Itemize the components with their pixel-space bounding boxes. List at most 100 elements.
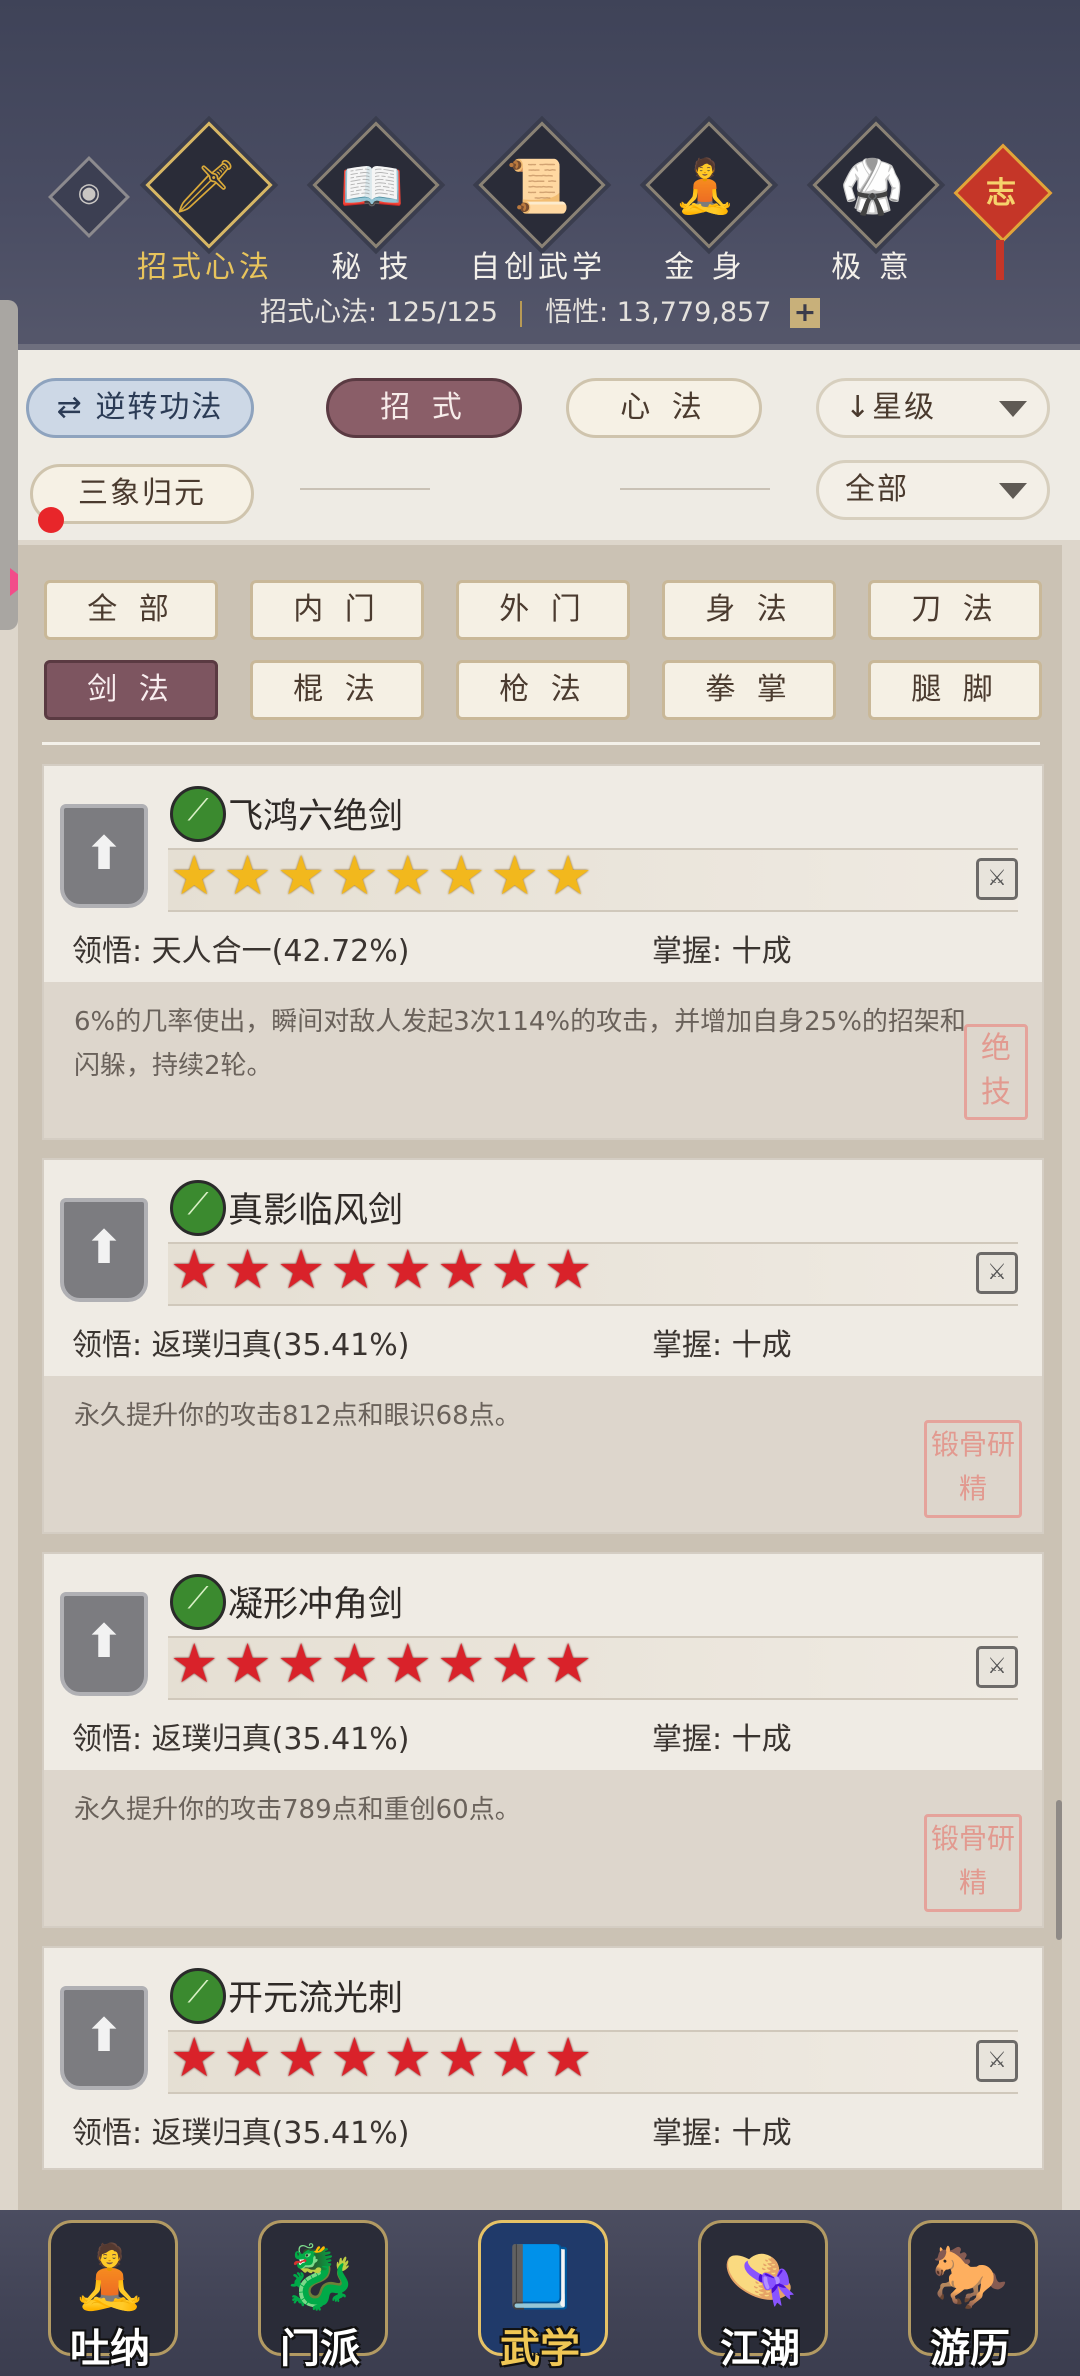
star-rating: ★★★★★★★★ bbox=[170, 1238, 598, 1301]
chevron-down-icon bbox=[999, 401, 1027, 417]
skill-type-icon[interactable]: ⚔ bbox=[976, 1646, 1018, 1688]
nav-jianghu[interactable]: 👒 江湖 bbox=[680, 2200, 840, 2376]
star-rating: ★★★★★★★★ bbox=[170, 2026, 598, 2089]
tab-label: 极 意 bbox=[831, 250, 913, 285]
comprehension-text: 领悟: 返璞归真(35.41%) bbox=[72, 2116, 410, 2151]
sort-select[interactable]: ↓星级 bbox=[816, 378, 1050, 438]
category-staff[interactable]: 棍 法 bbox=[250, 660, 424, 720]
comprehension-value: 返璞归真(35.41%) bbox=[151, 1722, 410, 1757]
reverse-skill-button[interactable]: ⇄ 逆转功法 bbox=[26, 378, 254, 438]
category-outer[interactable]: 外 门 bbox=[456, 580, 630, 640]
skill-type-icon[interactable]: ⚔ bbox=[976, 1252, 1018, 1294]
scroll-icon: 📜 bbox=[505, 157, 571, 217]
category-leg[interactable]: 腿 脚 bbox=[868, 660, 1042, 720]
tab-ultimate[interactable]: 🥋 极 意 bbox=[797, 121, 947, 285]
book-icon: 📖 bbox=[339, 157, 405, 217]
moves-value: 125/125 bbox=[385, 297, 498, 328]
mastery-value: 十成 bbox=[731, 934, 792, 969]
swap-icon: ⇄ bbox=[56, 390, 84, 425]
nav-tuna[interactable]: 🧘 吐纳 bbox=[30, 2200, 190, 2376]
seal-stamp: 锻骨研精 bbox=[924, 1420, 1022, 1518]
skill-type-icon[interactable]: ⚔ bbox=[976, 2040, 1018, 2082]
sword-skill-icon: ⟋ bbox=[170, 1180, 226, 1236]
mastery-text: 掌握: 十成 bbox=[652, 1722, 792, 1757]
comprehension-value: 天人合一(42.72%) bbox=[151, 934, 410, 969]
skill-card[interactable]: ⬆ ⟋ 开元流光刺 ★★★★★★★★ ⚔ 领悟: 返璞归真(35.41%) 掌握… bbox=[42, 1946, 1044, 2170]
skill-description: 永久提升你的攻击789点和重创60点。 bbox=[74, 1795, 521, 1825]
star-rating: ★★★★★★★★ bbox=[170, 844, 598, 907]
mastery-text: 掌握: 十成 bbox=[652, 1328, 792, 1363]
tab-custom-martial[interactable]: 📜 自创武学 bbox=[463, 121, 613, 285]
sword-skill-icon: ⟋ bbox=[170, 1574, 226, 1630]
nav-label: 武学 bbox=[500, 2326, 580, 2372]
skill-type-icon[interactable]: ⚔ bbox=[976, 858, 1018, 900]
tab-label: 招式心法 bbox=[137, 250, 273, 285]
header-bar: ◉ 🗡 招式心法 📖 秘 技 📜 自创武学 🧘 金 身 🥋 极 意 志 招式心法… bbox=[0, 0, 1080, 350]
comprehension-text: 领悟: 返璞归真(35.41%) bbox=[72, 1328, 410, 1363]
add-wuxing-button[interactable]: + bbox=[789, 298, 820, 328]
eye-icon: ◉ bbox=[77, 177, 101, 208]
skill-card[interactable]: ⬆ ⟋ 凝形冲角剑 ★★★★★★★★ ⚔ 领悟: 返璞归真(35.41%) 掌握… bbox=[42, 1552, 1044, 1928]
sword-skill-icon: ⟋ bbox=[170, 1968, 226, 2024]
category-movement[interactable]: 身 法 bbox=[662, 580, 836, 640]
mastery-value: 十成 bbox=[731, 1722, 792, 1757]
sanxiang-button[interactable]: 三象归元 bbox=[30, 464, 254, 524]
sword-skill-icon: ⟋ bbox=[170, 786, 226, 842]
skill-description: 6%的几率使出，瞬间对敌人发起3次114%的攻击，并增加自身25%的招架和闪躲，… bbox=[74, 1007, 966, 1081]
moves-label: 招式心法: bbox=[260, 297, 378, 328]
category-spear[interactable]: 枪 法 bbox=[456, 660, 630, 720]
skill-card[interactable]: ⬆ ⟋ 飞鸿六绝剑 ★★★★★★★★ ⚔ 领悟: 天人合一(42.72%) 掌握… bbox=[42, 764, 1044, 1140]
notification-dot bbox=[38, 507, 64, 533]
comprehension-value: 返璞归真(35.41%) bbox=[151, 1328, 410, 1363]
scrollbar[interactable] bbox=[1056, 1800, 1062, 1940]
tab-heart-method[interactable]: 心 法 bbox=[566, 378, 762, 438]
category-inner[interactable]: 内 门 bbox=[250, 580, 424, 640]
mastery-value: 十成 bbox=[731, 2116, 792, 2151]
reverse-label: 逆转功法 bbox=[95, 390, 224, 425]
sword-icon: 🗡 bbox=[171, 157, 238, 217]
nav-martial[interactable]: 📘 武学 bbox=[460, 2200, 620, 2376]
eye-toggle-button[interactable]: ◉ bbox=[47, 155, 131, 239]
meditation-icon: 🧘 bbox=[672, 157, 738, 217]
mastery-text: 掌握: 十成 bbox=[652, 934, 792, 969]
chevron-down-icon bbox=[999, 483, 1027, 499]
tab-secret-skills[interactable]: 📖 秘 技 bbox=[297, 121, 447, 285]
tab-label: 自创武学 bbox=[470, 250, 606, 285]
tab-golden-body[interactable]: 🧘 金 身 bbox=[630, 121, 780, 285]
tab-label: 金 身 bbox=[664, 250, 746, 285]
category-fist[interactable]: 拳 掌 bbox=[662, 660, 836, 720]
upgrade-badge-icon[interactable]: ⬆ bbox=[60, 804, 148, 908]
comprehension-text: 领悟: 天人合一(42.72%) bbox=[72, 934, 410, 969]
upgrade-badge-icon[interactable]: ⬆ bbox=[60, 1986, 148, 2090]
category-all[interactable]: 全 部 bbox=[44, 580, 218, 640]
skill-name: 开元流光刺 bbox=[228, 1979, 404, 2019]
category-blade[interactable]: 刀 法 bbox=[868, 580, 1042, 640]
category-select[interactable]: 全部 bbox=[816, 460, 1050, 520]
horse-icon: 🐎 bbox=[931, 2240, 1009, 2313]
chinese-knot-button[interactable]: 志 bbox=[953, 120, 1053, 280]
mastery-value: 十成 bbox=[731, 1328, 792, 1363]
tab-moves[interactable]: 招 式 bbox=[326, 378, 522, 438]
seal-stamp: 锻骨研精 bbox=[924, 1814, 1022, 1912]
nav-travel[interactable]: 🐎 游历 bbox=[890, 2200, 1050, 2376]
skill-description: 永久提升你的攻击812点和眼识68点。 bbox=[74, 1401, 521, 1431]
stat-line: 招式心法: 125/125 悟性: 13,779,857 + bbox=[0, 290, 1080, 329]
martial-stance-icon: 🥋 bbox=[839, 157, 905, 217]
nav-label: 游历 bbox=[930, 2326, 1010, 2372]
tab-moves-heart[interactable]: 🗡 招式心法 bbox=[130, 121, 280, 285]
seal-stamp: 绝技 bbox=[964, 1024, 1028, 1120]
nav-sect[interactable]: 🐉 门派 bbox=[240, 2200, 400, 2376]
upgrade-badge-icon[interactable]: ⬆ bbox=[60, 1592, 148, 1696]
sort-label: ↓星级 bbox=[845, 390, 937, 425]
nav-label: 吐纳 bbox=[70, 2326, 150, 2372]
skill-name: 凝形冲角剑 bbox=[228, 1585, 404, 1625]
skill-card[interactable]: ⬆ ⟋ 真影临风剑 ★★★★★★★★ ⚔ 领悟: 返璞归真(35.41%) 掌握… bbox=[42, 1158, 1044, 1534]
wuxing-value: 13,779,857 bbox=[616, 297, 772, 328]
martial-book-icon: 📘 bbox=[501, 2240, 579, 2313]
nav-label: 门派 bbox=[280, 2326, 360, 2372]
upgrade-badge-icon[interactable]: ⬆ bbox=[60, 1198, 148, 1302]
category-sword[interactable]: 剑 法 bbox=[44, 660, 218, 720]
mastery-text: 掌握: 十成 bbox=[652, 2116, 792, 2151]
skill-name: 真影临风剑 bbox=[228, 1191, 404, 1231]
straw-hat-icon: 👒 bbox=[721, 2240, 799, 2313]
